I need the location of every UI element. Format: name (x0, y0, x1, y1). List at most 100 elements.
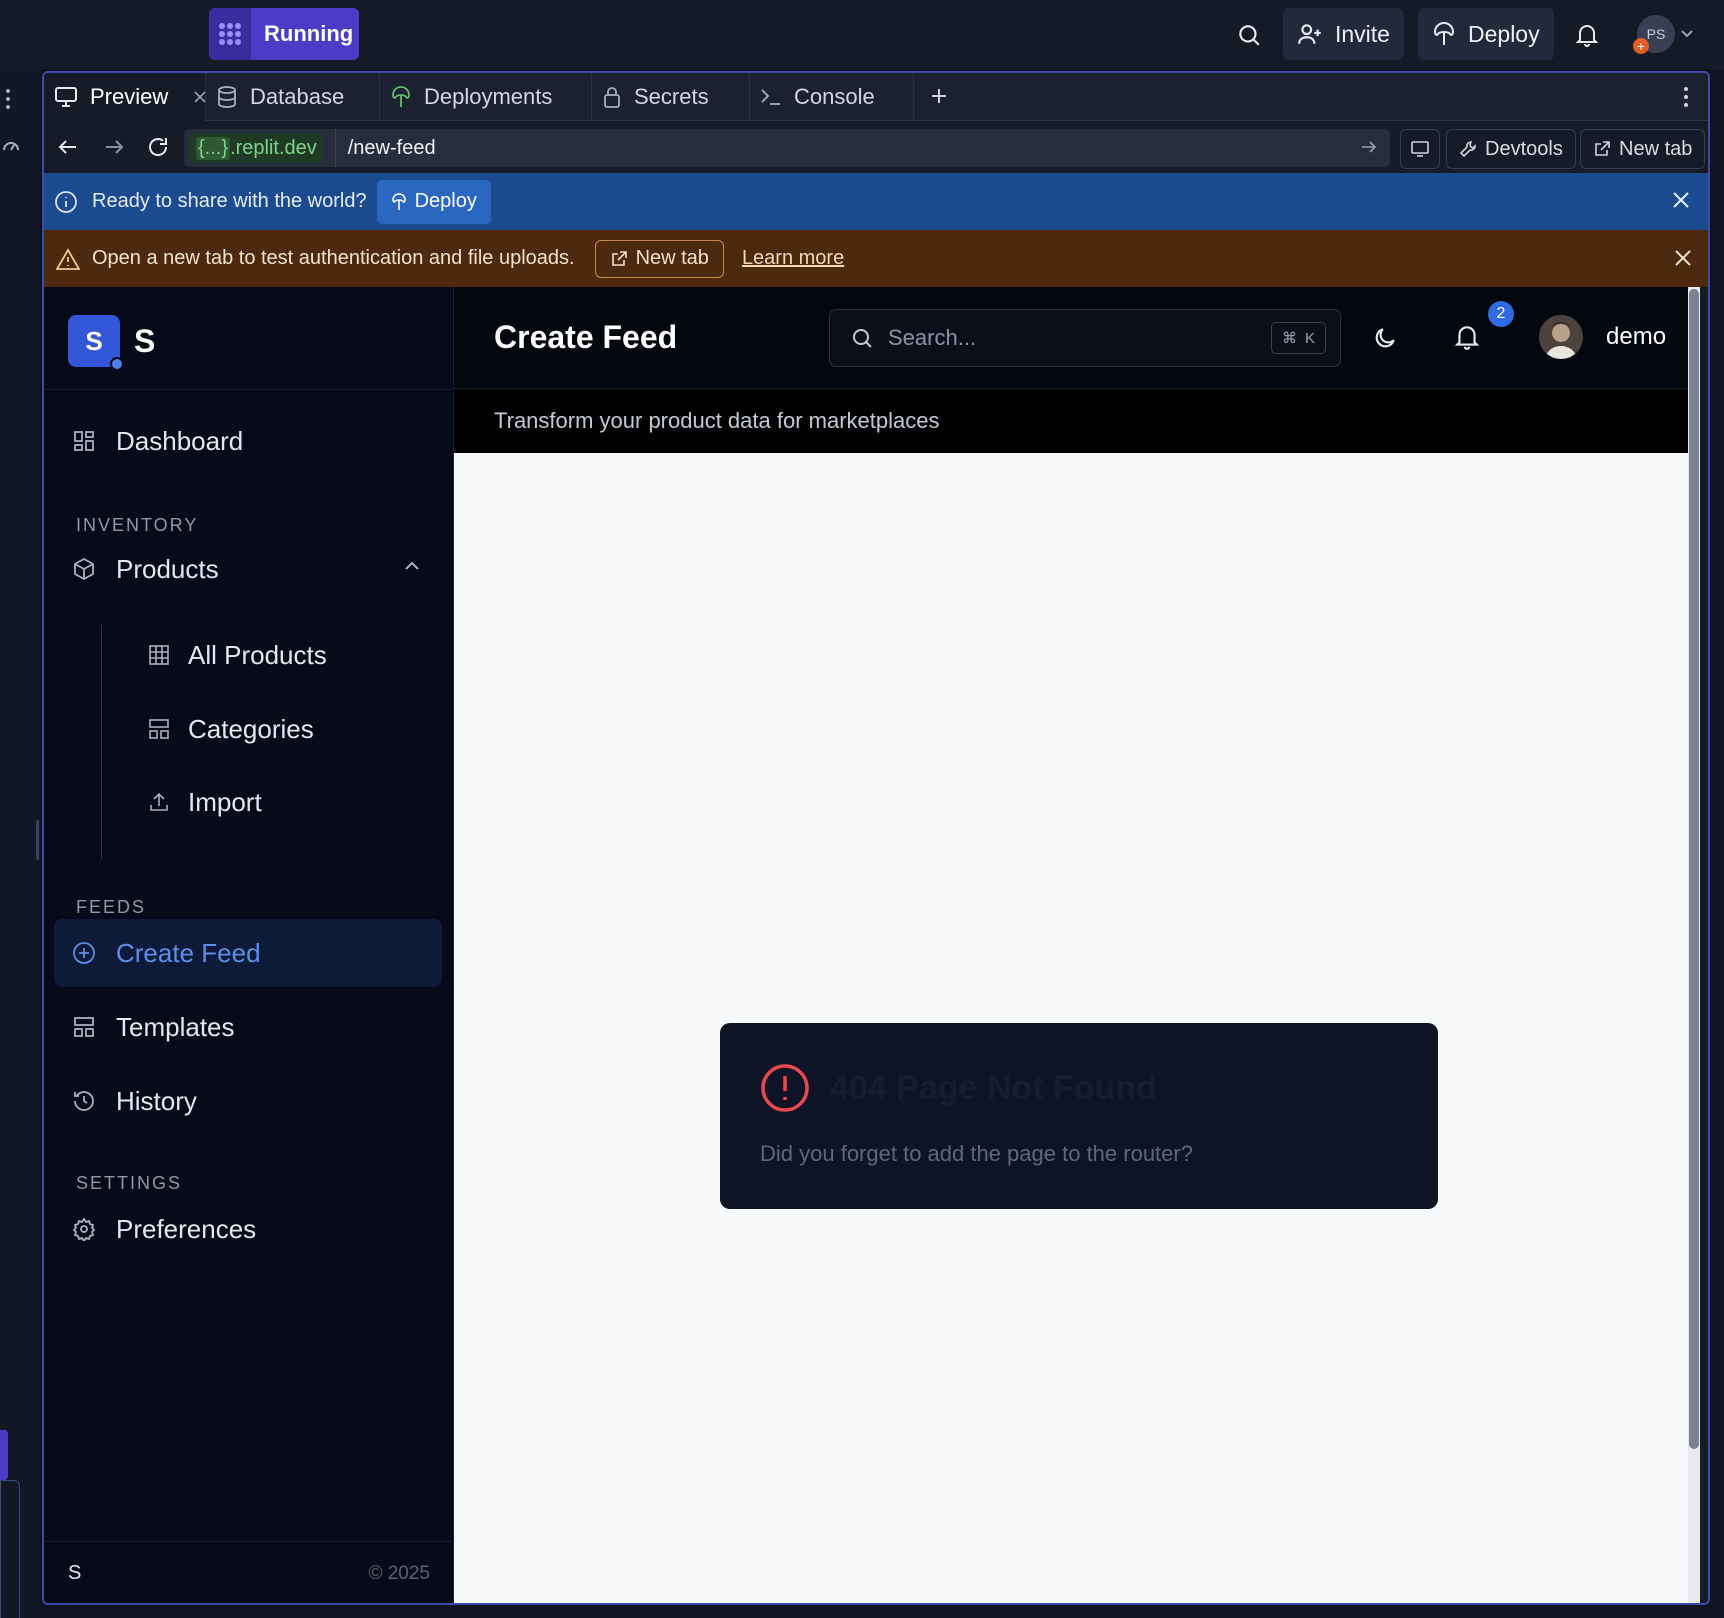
add-user-icon (1297, 21, 1323, 47)
app-sidebar: S S Dashboard INVENTORY Products All Pro… (44, 287, 454, 1603)
banner-deploy-button[interactable]: Deploy (376, 179, 491, 224)
layout-icon (148, 718, 170, 740)
section-inventory: INVENTORY (76, 515, 199, 535)
wrench-icon (1459, 140, 1477, 158)
database-icon (216, 85, 238, 109)
share-banner: Ready to share with the world? Deploy (44, 173, 1708, 230)
external-link-icon (610, 250, 628, 268)
sidebar-footer: S © 2025 (44, 1541, 454, 1603)
tab-database[interactable]: Database (206, 73, 380, 121)
tab-label: Console (794, 84, 875, 109)
tab-deployments[interactable]: Deployments (380, 73, 592, 121)
brand[interactable]: S S (68, 315, 156, 371)
back-arrow-icon[interactable] (56, 135, 80, 159)
reload-icon[interactable] (146, 135, 170, 159)
lock-icon (602, 85, 622, 109)
gear-icon (72, 1217, 96, 1241)
go-arrow-icon[interactable] (1360, 138, 1378, 156)
alert-circle-icon (760, 1063, 810, 1113)
brand-logo: S (68, 315, 124, 371)
side-accent (0, 1430, 8, 1480)
history-icon (72, 1089, 96, 1113)
tab-console[interactable]: Console (750, 73, 914, 121)
tab-label: Deployments (424, 84, 553, 109)
scrollbar-thumb[interactable] (1689, 289, 1699, 1449)
tab-secrets[interactable]: Secrets (592, 73, 750, 121)
deploy-label: Deploy (1468, 20, 1540, 47)
sidebar-item-products[interactable]: Products (54, 535, 442, 603)
table-icon (148, 644, 170, 666)
device-toggle-button[interactable] (1400, 129, 1440, 169)
invite-button[interactable]: Invite (1283, 8, 1404, 60)
footer-name: S (68, 1562, 82, 1584)
bell-icon[interactable] (1454, 323, 1480, 351)
sidebar-item-preferences[interactable]: Preferences (54, 1195, 442, 1263)
url-bar: {...} .replit.dev /new-feed Devtools New … (44, 121, 1708, 173)
bell-icon[interactable] (1570, 18, 1604, 52)
resize-handle[interactable] (36, 820, 39, 860)
scrollbar[interactable] (1688, 287, 1700, 1603)
external-link-icon (1593, 140, 1611, 158)
chevron-up-icon (404, 561, 420, 571)
sidebar-item-all-products[interactable]: All Products (148, 625, 327, 685)
search-input[interactable]: Search... ⌘ K (829, 309, 1341, 367)
deploy-icon (1432, 21, 1456, 47)
tab-preview[interactable]: Preview (44, 73, 206, 121)
sidebar-item-history[interactable]: History (54, 1067, 442, 1135)
url-path: /new-feed (334, 129, 436, 167)
url-field[interactable]: {...} .replit.dev /new-feed (184, 129, 1390, 167)
grid-icon (72, 429, 96, 453)
invite-label: Invite (1335, 20, 1390, 47)
run-button[interactable]: Running (209, 8, 359, 60)
info-icon (54, 190, 78, 214)
pane-tabs: Preview Database Deployments Secrets Con… (44, 73, 1708, 121)
package-icon (72, 557, 96, 581)
section-feeds: FEEDS (76, 897, 147, 917)
deploy-icon (390, 85, 412, 109)
learn-more-link[interactable]: Learn more (742, 247, 844, 270)
more-vertical-icon[interactable] (4, 88, 12, 110)
error-card: 404 Page Not Found Did you forget to add… (720, 1023, 1438, 1209)
running-icon (209, 8, 251, 60)
sidebar-item-dashboard[interactable]: Dashboard (54, 407, 442, 475)
main-content: Create Feed Search... ⌘ K 2 demo Transfo… (454, 287, 1700, 1603)
open-new-tab-button[interactable]: New tab (1580, 129, 1706, 169)
more-vertical-icon[interactable] (1682, 86, 1690, 108)
forward-arrow-icon[interactable] (102, 135, 126, 159)
upload-icon (148, 791, 170, 813)
brand-name: S (134, 322, 156, 359)
tab-label: Secrets (634, 84, 709, 109)
page-title: Create Feed (494, 319, 678, 355)
left-edge-panel (0, 70, 40, 1618)
search-placeholder: Search... (888, 325, 977, 350)
chevron-down-icon[interactable] (1680, 26, 1694, 40)
sidebar-item-categories[interactable]: Categories (148, 699, 314, 759)
devtools-button[interactable]: Devtools (1446, 129, 1576, 169)
side-panel-tab[interactable] (0, 1480, 20, 1618)
deploy-icon (391, 192, 407, 211)
moon-icon[interactable] (1372, 325, 1398, 351)
banner-newtab-button[interactable]: New tab (594, 239, 724, 278)
warning-banner: Open a new tab to test authentication an… (44, 230, 1708, 287)
search-icon[interactable] (1232, 18, 1266, 52)
sidebar-item-import[interactable]: Import (148, 772, 262, 832)
workspace-topbar: Running Invite Deploy PS + (0, 0, 1724, 70)
sidebar-item-templates[interactable]: Templates (54, 993, 442, 1061)
add-tab-icon[interactable] (930, 87, 948, 105)
user-name[interactable]: demo (1606, 323, 1666, 351)
shortcut-hint: ⌘ K (1270, 322, 1326, 354)
avatar-plus-badge: + (1633, 38, 1649, 54)
sidebar-item-create-feed[interactable]: Create Feed (54, 919, 442, 987)
close-icon[interactable] (1672, 191, 1690, 209)
search-icon (850, 326, 874, 350)
share-text: Ready to share with the world? (92, 190, 367, 212)
warning-icon (56, 247, 80, 270)
tab-label: Database (250, 84, 345, 109)
close-icon[interactable] (194, 91, 206, 103)
close-icon[interactable] (1674, 249, 1692, 267)
url-host: {...} .replit.dev (190, 133, 323, 163)
gauge-icon[interactable] (2, 136, 20, 154)
deploy-button[interactable]: Deploy (1418, 8, 1554, 60)
error-message: Did you forget to add the page to the ro… (760, 1141, 1193, 1166)
user-avatar[interactable] (1539, 315, 1583, 359)
